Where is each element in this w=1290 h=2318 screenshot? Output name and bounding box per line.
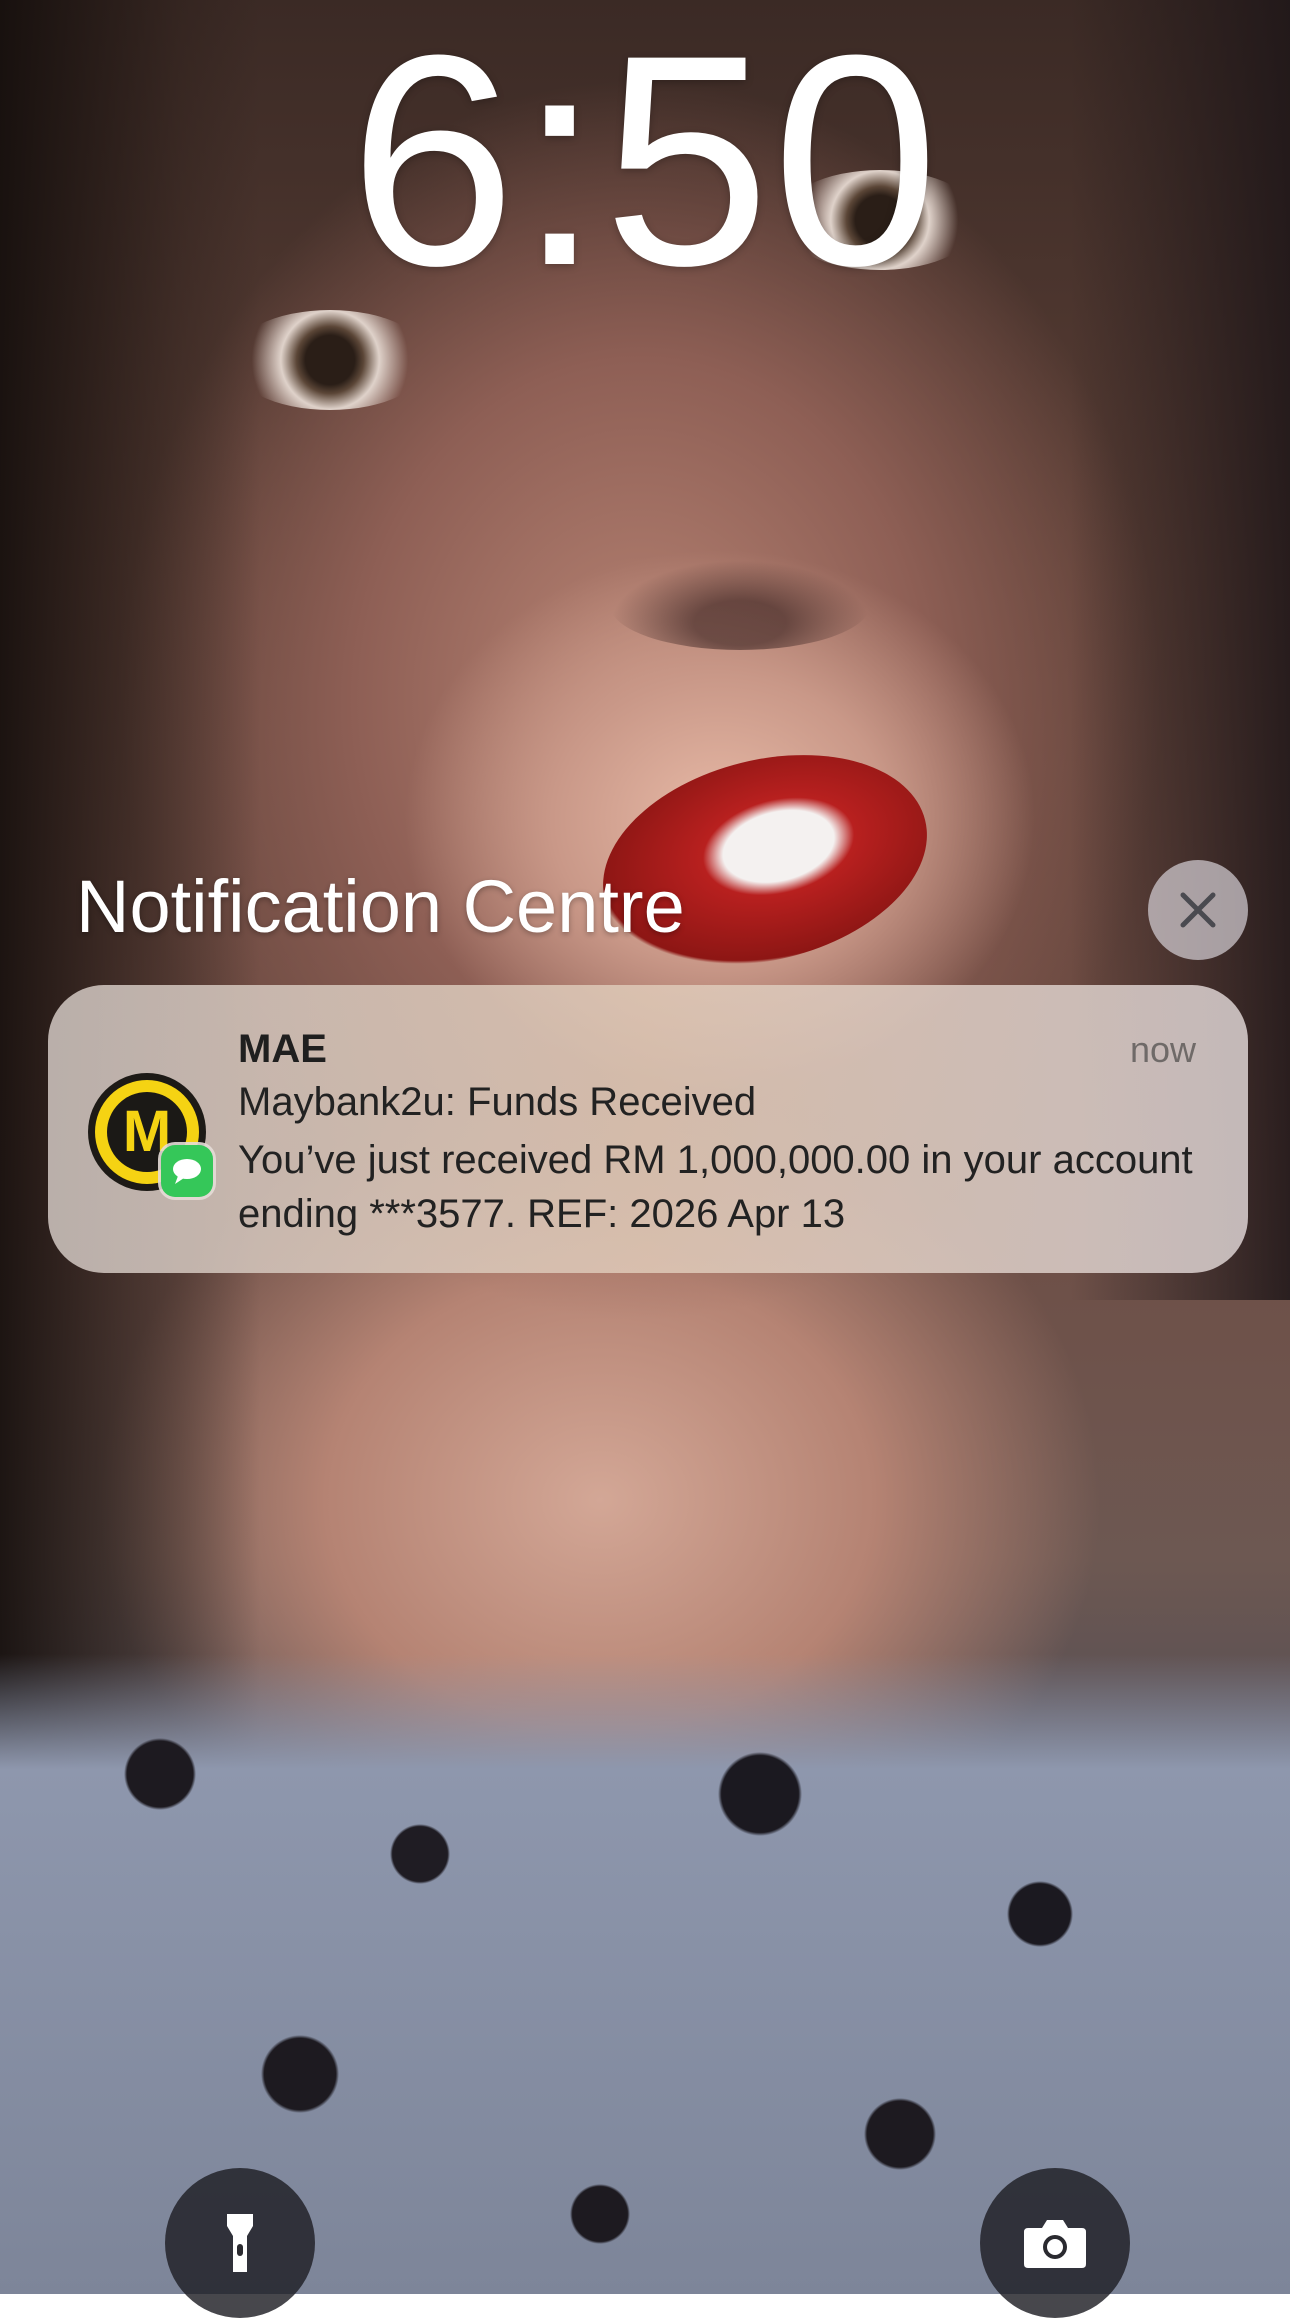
notification-card[interactable]: M MAE now Maybank2u: Funds Received You’… xyxy=(48,985,1248,1273)
notification-app-name: MAE xyxy=(238,1027,327,1071)
message-bubble-icon xyxy=(161,1145,213,1197)
notification-title: Maybank2u: Funds Received xyxy=(238,1080,757,1124)
close-icon xyxy=(1180,892,1216,928)
flashlight-button[interactable] xyxy=(165,2168,315,2318)
wallpaper-nose xyxy=(610,560,870,650)
notification-centre-title: Notification Centre xyxy=(76,865,685,948)
wallpaper-lips xyxy=(580,723,950,997)
notification-centre-close-button[interactable] xyxy=(1148,860,1248,960)
camera-button[interactable] xyxy=(980,2168,1130,2318)
notification-body: You’ve just received RM 1,000,000.00 in … xyxy=(238,1138,1193,1236)
lock-screen-clock: 6:50 xyxy=(349,0,941,328)
camera-icon xyxy=(1024,2220,1086,2268)
notification-time: now xyxy=(1129,1029,1196,1070)
flashlight-icon xyxy=(227,2214,253,2272)
